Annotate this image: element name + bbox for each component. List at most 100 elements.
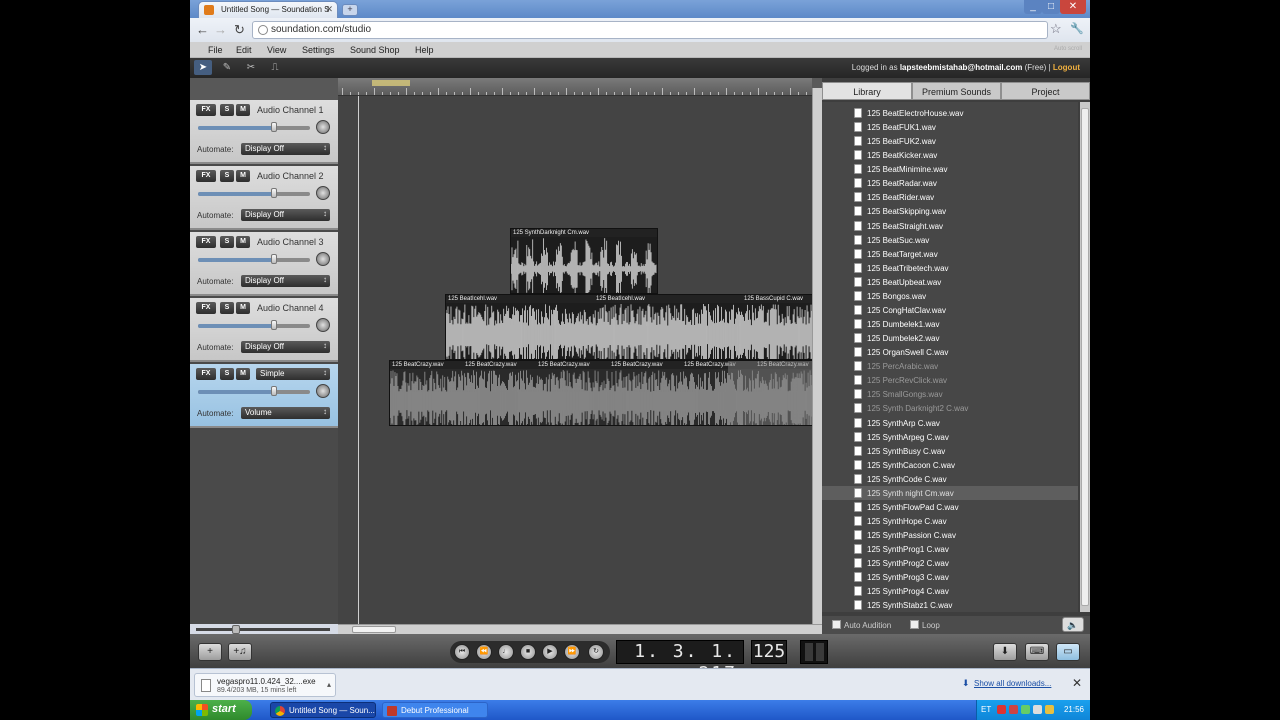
library-scrollbar[interactable] bbox=[1080, 102, 1090, 612]
task-chrome[interactable]: Untitled Song — Soun... bbox=[270, 702, 376, 718]
window-close-button[interactable]: ✕ bbox=[1060, 0, 1086, 14]
library-item[interactable]: 125 SynthHope C.wav bbox=[822, 514, 1078, 528]
mute-button[interactable]: M bbox=[236, 104, 250, 116]
channel-name[interactable]: Audio Channel 4 bbox=[257, 303, 324, 313]
library-item[interactable]: 125 PercRevClick.wav bbox=[822, 373, 1078, 387]
timeline-scroll-thumb[interactable] bbox=[352, 626, 396, 633]
show-all-downloads-link[interactable]: Show all downloads... bbox=[974, 679, 1051, 688]
solo-button[interactable]: S bbox=[220, 236, 234, 248]
language-indicator[interactable]: ET bbox=[981, 705, 991, 714]
new-tab-button[interactable]: + bbox=[342, 4, 358, 16]
automate-select[interactable]: Display Off bbox=[241, 341, 330, 353]
tab-premium-sounds[interactable]: Premium Sounds bbox=[912, 82, 1001, 100]
library-item[interactable]: 125 BeatSuc.wav bbox=[822, 233, 1078, 247]
forward-arrow-icon[interactable]: → bbox=[214, 22, 227, 38]
library-item[interactable]: 125 SynthCacoon C.wav bbox=[822, 458, 1078, 472]
volume-knob[interactable] bbox=[271, 320, 278, 330]
automate-select[interactable]: Display Off bbox=[241, 275, 330, 287]
reload-icon[interactable]: ↻ bbox=[234, 22, 245, 38]
menu-settings[interactable]: Settings bbox=[302, 45, 335, 55]
channel-strip[interactable]: FX S M Simple Automate: Volume bbox=[190, 364, 338, 428]
download-item[interactable]: vegaspro11.0.424_32....exe 89.4/203 MB, … bbox=[194, 673, 336, 697]
library-item[interactable]: 125 BeatTribetech.wav bbox=[822, 261, 1078, 275]
library-item[interactable]: 125 SynthCode C.wav bbox=[822, 472, 1078, 486]
automate-select[interactable]: Volume bbox=[241, 407, 330, 419]
library-item[interactable]: 125 SmallGongs.wav bbox=[822, 387, 1078, 401]
library-item[interactable]: 125 Bongos.wav bbox=[822, 289, 1078, 303]
library-item[interactable]: 125 BeatRadar.wav bbox=[822, 176, 1078, 190]
library-item[interactable]: 125 BeatTarget.wav bbox=[822, 247, 1078, 261]
library-scroll-thumb[interactable] bbox=[1081, 108, 1089, 606]
channel-name[interactable]: Audio Channel 2 bbox=[257, 171, 324, 181]
task-debut[interactable]: Debut Professional bbox=[382, 702, 488, 718]
library-item[interactable]: 125 SynthProg3 C.wav bbox=[822, 570, 1078, 584]
window-maximize-button[interactable]: □ bbox=[1042, 0, 1060, 14]
timeline[interactable]: 125 SynthDarknight Cm.wav 125 BeatIcehl.w… bbox=[338, 78, 827, 624]
mute-button[interactable]: M bbox=[236, 236, 250, 248]
channel-name[interactable]: Audio Channel 3 bbox=[257, 237, 324, 247]
tray-volume-icon[interactable] bbox=[1033, 705, 1042, 714]
mute-button[interactable]: M bbox=[236, 368, 250, 380]
channel-name[interactable]: Audio Channel 1 bbox=[257, 105, 324, 115]
start-button[interactable]: start bbox=[190, 700, 252, 720]
library-item[interactable]: 125 BeatFUK2.wav bbox=[822, 134, 1078, 148]
zoom-slider[interactable] bbox=[196, 625, 330, 634]
fx-button[interactable]: FX bbox=[196, 236, 216, 248]
rewind-start-icon[interactable]: ⏮ bbox=[454, 644, 470, 660]
download-icon[interactable]: ⬇ bbox=[993, 643, 1017, 661]
menu-sound-shop[interactable]: Sound Shop bbox=[350, 45, 400, 55]
library-item[interactable]: 125 CongHatClav.wav bbox=[822, 303, 1078, 317]
fx-button[interactable]: FX bbox=[196, 170, 216, 182]
clip-synth-darknight[interactable]: 125 SynthDarknight Cm.wav bbox=[510, 228, 658, 294]
back-arrow-icon[interactable]: ← bbox=[196, 22, 209, 38]
library-item[interactable]: 125 SynthBusy C.wav bbox=[822, 444, 1078, 458]
volume-slider[interactable] bbox=[198, 122, 310, 132]
library-item[interactable]: 125 BeatMinimine.wav bbox=[822, 162, 1078, 176]
clip-beat-crazy-group[interactable]: 125 BeatCrazy.wav 125 BeatCrazy.wav 125 Be… bbox=[389, 360, 827, 426]
zoom-slider-thumb[interactable] bbox=[232, 625, 240, 634]
fx-button[interactable]: FX bbox=[196, 368, 216, 380]
instrument-select[interactable]: Simple bbox=[256, 368, 330, 380]
automate-select[interactable]: Display Off bbox=[241, 209, 330, 221]
library-item[interactable]: 125 BeatStraight.wav bbox=[822, 219, 1078, 233]
automate-select[interactable]: Display Off bbox=[241, 143, 330, 155]
rewind-icon[interactable]: ⏪ bbox=[476, 644, 492, 660]
volume-slider[interactable] bbox=[198, 188, 310, 198]
split-tool-icon[interactable]: ✂ bbox=[242, 60, 260, 75]
tab-project[interactable]: Project bbox=[1001, 82, 1090, 100]
menu-file[interactable]: File bbox=[208, 45, 223, 55]
channel-strip[interactable]: FX S M Audio Channel 2 Automate: Display… bbox=[190, 166, 338, 230]
solo-button[interactable]: S bbox=[220, 170, 234, 182]
volume-slider[interactable] bbox=[198, 386, 310, 396]
library-item[interactable]: 125 BeatElectroHouse.wav bbox=[822, 106, 1078, 120]
solo-button[interactable]: S bbox=[220, 368, 234, 380]
library-item[interactable]: 125 PercArabic.wav bbox=[822, 359, 1078, 373]
clip-beat-group[interactable]: 125 BeatIcehl.wav 125 BeatIcehl.wav 125 Ba… bbox=[445, 294, 817, 360]
tray-record-icon[interactable] bbox=[997, 705, 1006, 714]
library-item[interactable]: 125 SynthProg4 C.wav bbox=[822, 584, 1078, 598]
loop-checkbox[interactable] bbox=[910, 620, 919, 629]
channel-strip[interactable]: FX S M Audio Channel 4 Automate: Display… bbox=[190, 298, 338, 362]
add-channel-button[interactable]: + bbox=[198, 643, 222, 661]
tab-close-icon[interactable]: ✕ bbox=[325, 4, 333, 15]
paint-tool-icon[interactable]: ⎍ bbox=[266, 60, 284, 75]
tray-shield-icon[interactable] bbox=[1045, 705, 1054, 714]
library-item[interactable]: 125 SynthProg2 C.wav bbox=[822, 556, 1078, 570]
mute-button[interactable]: M bbox=[236, 302, 250, 314]
chevron-up-icon[interactable]: ▴ bbox=[327, 680, 331, 689]
fast-forward-icon[interactable]: ⏩ bbox=[564, 644, 580, 660]
library-item[interactable]: 125 BeatUpbeat.wav bbox=[822, 275, 1078, 289]
menu-edit[interactable]: Edit bbox=[236, 45, 252, 55]
library-item[interactable]: 125 BeatKicker.wav bbox=[822, 148, 1078, 162]
library-item[interactable]: 125 OrganSwell C.wav bbox=[822, 345, 1078, 359]
logout-link[interactable]: Logout bbox=[1053, 63, 1080, 72]
pan-knob[interactable] bbox=[316, 384, 330, 398]
tray-app-icon[interactable] bbox=[1009, 705, 1018, 714]
volume-knob[interactable] bbox=[271, 254, 278, 264]
library-item[interactable]: 125 Dumbelek1.wav bbox=[822, 317, 1078, 331]
address-bar[interactable]: soundation.com/studio bbox=[252, 21, 1048, 39]
solo-button[interactable]: S bbox=[220, 302, 234, 314]
library-item[interactable]: 125 SynthArp C.wav bbox=[822, 416, 1078, 430]
library-item[interactable]: 125 Synth night Cm.wav bbox=[822, 485, 1078, 500]
pencil-tool-icon[interactable]: ✎ bbox=[218, 60, 236, 75]
